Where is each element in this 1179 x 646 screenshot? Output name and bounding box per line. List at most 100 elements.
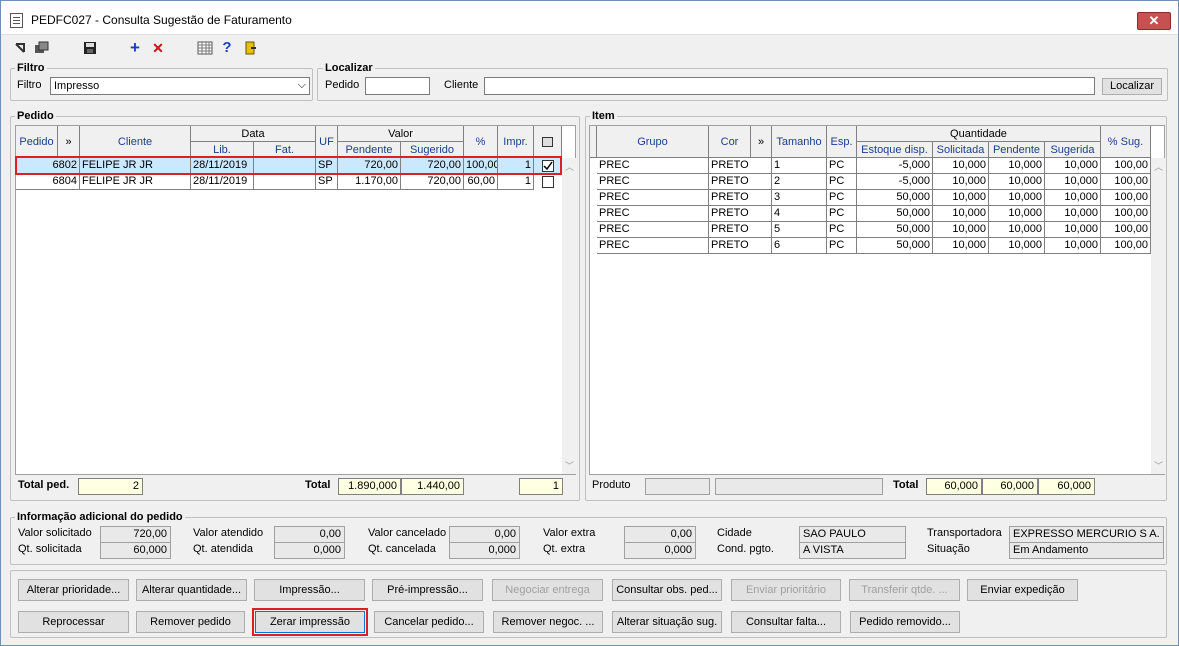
- enviar-expedicao-button[interactable]: Enviar expedição: [967, 579, 1078, 601]
- info-group: [10, 517, 1167, 565]
- col-header-pct-sug[interactable]: % Sug.: [1101, 126, 1151, 158]
- cell-tamanho: 6: [772, 238, 827, 254]
- situacao-value: Em Andamento: [1009, 542, 1164, 559]
- valor-cancelado-value: 0,00: [449, 526, 520, 543]
- cell-solicitada: 10,000: [933, 238, 989, 254]
- cell-solicitada: 10,000: [933, 190, 989, 206]
- col-header-more[interactable]: »: [751, 126, 772, 158]
- filtro-group-label: Filtro: [15, 62, 47, 74]
- col-header-valor: Valor: [338, 126, 464, 142]
- negociar-entrega-button[interactable]: Negociar entrega: [492, 579, 603, 601]
- col-header-estoque[interactable]: Estoque disp.: [857, 142, 933, 158]
- col-header-uf[interactable]: UF: [316, 126, 338, 158]
- pedido-scrollbar[interactable]: ︿ ﹀: [562, 158, 576, 474]
- table-row[interactable]: PREC PRETO 1 PC -5,000 10,000 10,000 10,…: [590, 158, 1151, 174]
- cell-grupo: PREC: [597, 222, 709, 238]
- cell-solicitada: 10,000: [933, 174, 989, 190]
- total-item-pendente-value: 60,000: [982, 478, 1038, 495]
- col-header-cliente[interactable]: Cliente: [80, 126, 191, 158]
- pedido-removido-button[interactable]: Pedido removido...: [850, 611, 960, 633]
- cell-estoque: 50,000: [857, 206, 933, 222]
- col-header-impr[interactable]: Impr.: [498, 126, 534, 158]
- situacao-label: Situação: [927, 543, 970, 555]
- filtro-select[interactable]: Impresso ⌵: [50, 77, 310, 95]
- enviar-prioritario-button[interactable]: Enviar prioritário: [731, 579, 841, 601]
- pedido-search-input[interactable]: [365, 77, 430, 95]
- item-rows: PREC PRETO 1 PC -5,000 10,000 10,000 10,…: [590, 158, 1151, 254]
- cell-cor: PRETO: [709, 158, 772, 174]
- qt-cancelada-value: 0,000: [449, 542, 520, 559]
- calendar-grid-icon[interactable]: [197, 41, 213, 57]
- col-header-cor[interactable]: Cor: [709, 126, 751, 158]
- pre-impressao-button[interactable]: Pré-impressão...: [372, 579, 483, 601]
- cell-sugerida: 10,000: [1045, 174, 1101, 190]
- cell-grupo: PREC: [597, 238, 709, 254]
- cliente-search-input[interactable]: [484, 77, 1095, 95]
- row-checkbox[interactable]: [542, 176, 554, 188]
- total-solicitada-value: 60,000: [926, 478, 982, 495]
- close-button[interactable]: ✕: [1137, 12, 1171, 30]
- cell-pendente: 10,000: [989, 238, 1045, 254]
- col-header-item-pendente[interactable]: Pendente: [989, 142, 1045, 158]
- cell-sugerida: 10,000: [1045, 158, 1101, 174]
- cell-tamanho: 2: [772, 174, 827, 190]
- highlight-button-box: [252, 608, 368, 636]
- duplicate-icon[interactable]: [34, 41, 50, 57]
- item-scrollbar[interactable]: ︿ ﹀: [1151, 158, 1165, 474]
- col-header-esp[interactable]: Esp.: [827, 126, 857, 158]
- cell-esp: PC: [827, 222, 857, 238]
- cell-cor: PRETO: [709, 206, 772, 222]
- produto-desc-field: [715, 478, 883, 495]
- table-row[interactable]: PREC PRETO 5 PC 50,000 10,000 10,000 10,…: [590, 222, 1151, 238]
- col-header-grupo[interactable]: Grupo: [597, 126, 709, 158]
- scroll-up-icon[interactable]: ︿: [1154, 160, 1163, 173]
- cond-pgto-label: Cond. pgto.: [717, 543, 774, 555]
- col-header-pedido[interactable]: Pedido: [16, 126, 58, 158]
- cell-cor: PRETO: [709, 222, 772, 238]
- alterar-prioridade-button[interactable]: Alterar prioridade...: [18, 579, 129, 601]
- scroll-down-icon[interactable]: ﹀: [1154, 459, 1163, 472]
- col-header-sugerida[interactable]: Sugerida: [1045, 142, 1101, 158]
- alterar-quantidade-button[interactable]: Alterar quantidade...: [136, 579, 247, 601]
- help-icon[interactable]: ?: [221, 40, 233, 57]
- valor-extra-value: 0,00: [624, 526, 696, 543]
- col-header-select[interactable]: [534, 126, 562, 158]
- cell-pct-sug: 100,00: [1101, 238, 1151, 254]
- consultar-falta-button[interactable]: Consultar falta...: [731, 611, 841, 633]
- col-header-pct[interactable]: %: [464, 126, 498, 158]
- remover-pedido-button[interactable]: Remover pedido: [136, 611, 245, 633]
- cell-cliente: FELIPE JR JR: [80, 174, 191, 190]
- valor-solicitado-label: Valor solicitado: [18, 527, 92, 539]
- table-row[interactable]: PREC PRETO 4 PC 50,000 10,000 10,000 10,…: [590, 206, 1151, 222]
- transferir-qtde-button[interactable]: Transferir qtde. ...: [849, 579, 960, 601]
- cell-pendente: 10,000: [989, 158, 1045, 174]
- add-icon[interactable]: +: [128, 39, 142, 57]
- cancelar-pedido-button[interactable]: Cancelar pedido...: [374, 611, 484, 633]
- table-row[interactable]: 6804 FELIPE JR JR 28/11/2019 SP 1.170,00…: [16, 174, 562, 190]
- reprocessar-button[interactable]: Reprocessar: [18, 611, 129, 633]
- col-header-more[interactable]: »: [58, 126, 80, 158]
- info-group-label: Informação adicional do pedido: [15, 511, 185, 523]
- col-header-tamanho[interactable]: Tamanho: [772, 126, 827, 158]
- alterar-situacao-button[interactable]: Alterar situação sug.: [612, 611, 722, 633]
- arrow-icon[interactable]: [13, 41, 27, 57]
- cell-cor: PRETO: [709, 174, 772, 190]
- table-row[interactable]: PREC PRETO 3 PC 50,000 10,000 10,000 10,…: [590, 190, 1151, 206]
- table-row[interactable]: PREC PRETO 2 PC -5,000 10,000 10,000 10,…: [590, 174, 1151, 190]
- table-row[interactable]: PREC PRETO 6 PC 50,000 10,000 10,000 10,…: [590, 238, 1151, 254]
- pedido-search-label: Pedido: [325, 79, 360, 91]
- scroll-up-icon[interactable]: ︿: [565, 160, 574, 173]
- consultar-obs-button[interactable]: Consultar obs. ped...: [612, 579, 722, 601]
- exit-icon[interactable]: [244, 41, 258, 57]
- col-header-solicitada[interactable]: Solicitada: [933, 142, 989, 158]
- delete-icon[interactable]: ✕: [151, 41, 165, 57]
- valor-extra-label: Valor extra: [543, 527, 596, 539]
- cell-uf: SP: [316, 174, 338, 190]
- remover-negoc-button[interactable]: Remover negoc. ...: [493, 611, 603, 633]
- localizar-button[interactable]: Localizar: [1102, 78, 1162, 95]
- total-ped-label: Total ped.: [18, 479, 70, 491]
- scroll-down-icon[interactable]: ﹀: [565, 459, 574, 472]
- total-impr-value: 1: [519, 478, 563, 495]
- save-icon[interactable]: [83, 41, 97, 57]
- impressao-button[interactable]: Impressão...: [254, 579, 365, 601]
